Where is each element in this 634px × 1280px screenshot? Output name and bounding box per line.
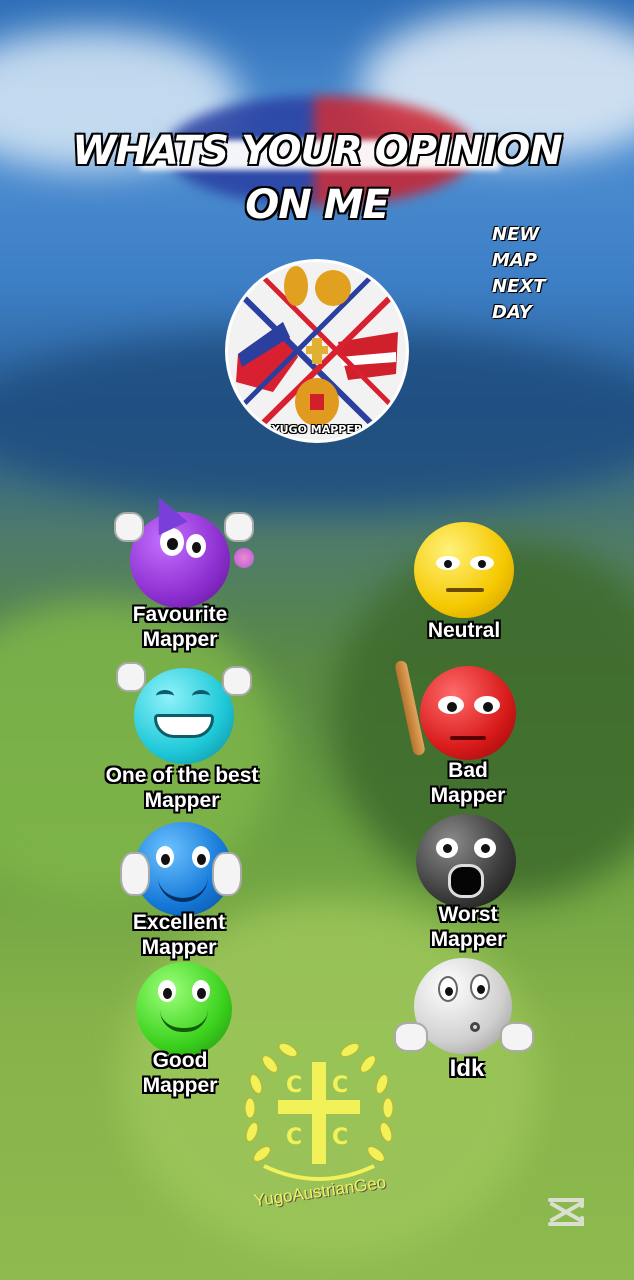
laughing-emoji-icon — [134, 668, 234, 764]
confused-emoji-icon — [414, 958, 512, 1054]
neutral-emoji-icon — [414, 522, 514, 618]
capcut-icon — [548, 1198, 584, 1226]
svg-text:C: C — [332, 1125, 348, 1150]
svg-text:C: C — [332, 1073, 348, 1098]
yugo-mapper-logo: YUGO MAPPER — [228, 262, 406, 440]
label-line: Mapper — [142, 628, 218, 651]
label-line: Favourite — [132, 603, 228, 626]
thumbs-up-icon — [212, 852, 242, 896]
angry-emoji-icon — [420, 666, 516, 760]
serbian-cross-emblem-icon: C C C C — [244, 1042, 394, 1181]
glove-icon — [116, 662, 146, 692]
label-line: Mapper — [144, 789, 220, 812]
label-line: Idk — [449, 1055, 485, 1082]
label-line: Worst — [438, 903, 498, 926]
new-map-note: NEW MAP NEXT DAY — [492, 222, 582, 326]
glove-icon — [224, 512, 254, 542]
note-line-1: NEW MAP — [492, 224, 540, 271]
glove-icon — [114, 512, 144, 542]
svg-text:C: C — [286, 1125, 302, 1150]
title-line-1: WHATS YOUR OPINION — [72, 128, 563, 174]
one-of-the-best-label: One of the best Mapper — [84, 763, 280, 813]
smiling-emoji-icon — [136, 962, 232, 1056]
logo-label: YUGO MAPPER — [271, 423, 363, 436]
svg-text:C: C — [286, 1073, 302, 1098]
label-line: Mapper — [141, 936, 217, 959]
shrug-hand-icon — [500, 1022, 534, 1052]
bad-mapper-label: Bad Mapper — [400, 758, 536, 808]
label-line: Good — [152, 1049, 208, 1072]
idk-label: Idk — [404, 1056, 530, 1081]
screaming-emoji-icon — [416, 814, 516, 908]
lollipop-icon — [234, 548, 254, 568]
label-line: Neutral — [427, 619, 501, 642]
party-emoji-icon — [130, 512, 230, 608]
logo-graphic — [228, 262, 406, 440]
note-line-2: NEXT DAY — [492, 276, 546, 323]
label-line: Mapper — [430, 928, 506, 951]
excellent-mapper-label: Excellent Mapper — [104, 910, 254, 960]
label-line: Excellent — [132, 911, 226, 934]
glove-icon — [222, 666, 252, 696]
worst-mapper-label: Worst Mapper — [398, 902, 538, 952]
label-line: One of the best — [105, 764, 259, 787]
favourite-mapper-label: Favourite Mapper — [100, 602, 260, 652]
label-line: Mapper — [142, 1074, 218, 1097]
label-line: Mapper — [430, 784, 506, 807]
good-mapper-label: Good Mapper — [110, 1048, 250, 1098]
video-frame: WHATS YOUR OPINION ON ME NEW MAP NEXT DA… — [0, 0, 634, 1280]
label-line: Bad — [448, 759, 488, 782]
thumbs-up-icon — [120, 852, 150, 896]
neutral-label: Neutral — [394, 618, 534, 643]
